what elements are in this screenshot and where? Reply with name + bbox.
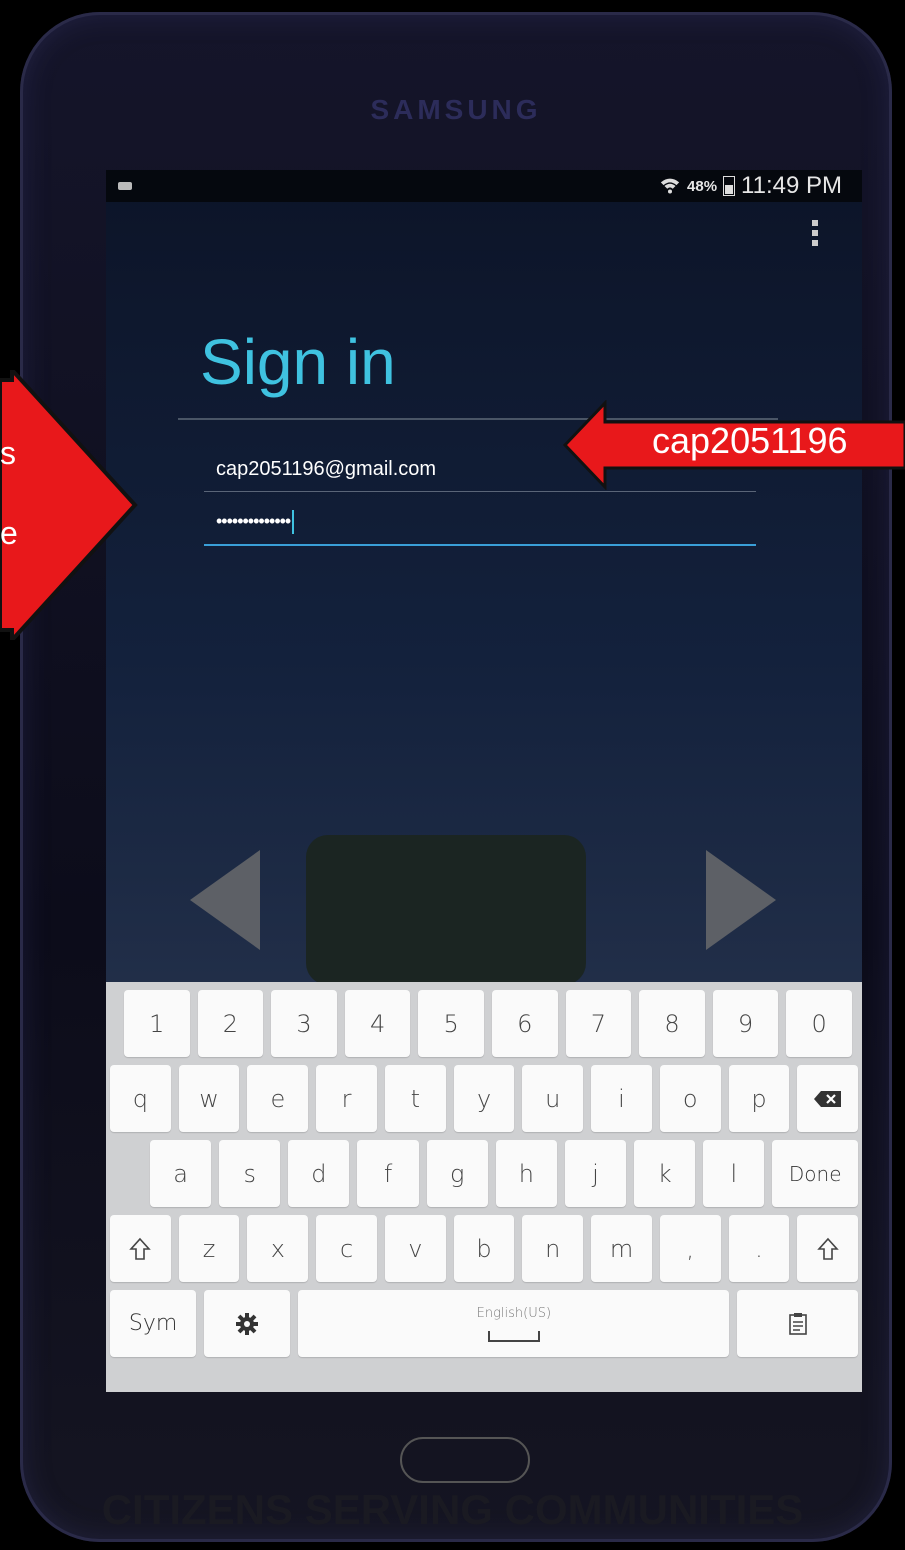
sym-key[interactable]: Sym [110,1290,197,1357]
on-screen-keyboard: 1 2 3 4 5 6 7 8 9 0 q w e r t y u i o p … [106,982,862,1392]
gear-icon [236,1312,259,1335]
battery-icon [723,176,736,196]
clock-time: 11:49 PM [741,172,842,199]
keyboard-language: English(US) [476,1305,552,1321]
password-field[interactable]: •••••••••••••• [204,510,756,546]
password-mask: •••••••••••••• [216,510,291,531]
key-2[interactable]: 2 [197,990,264,1057]
keyboard-row-function: Sym English(US) [110,1290,858,1357]
text-caret [292,510,295,534]
key-w[interactable]: w [178,1065,240,1132]
overflow-menu-icon[interactable] [812,220,818,246]
wifi-icon [660,178,680,194]
key-8[interactable]: 8 [639,990,705,1057]
key-1[interactable]: 1 [124,990,190,1057]
key-y[interactable]: y [453,1065,515,1132]
key-q[interactable]: q [110,1065,171,1132]
key-x[interactable]: x [247,1215,309,1282]
key-d[interactable]: d [288,1140,350,1207]
key-4[interactable]: 4 [344,990,411,1057]
device-screen: 48% 11:49 PM Sign in cap2051196@gmail.co… [106,170,862,1392]
previous-arrow-icon[interactable] [190,850,260,950]
tablet-frame: SAMSUNG 48% 11:49 PM Sign in cap2051196@… [20,12,892,1542]
key-b[interactable]: b [453,1215,515,1282]
shift-key-right[interactable] [797,1215,859,1282]
shift-icon [816,1237,839,1260]
keyboard-row-top: q w e r t y u i o p [110,1065,859,1132]
right-callout-text: cap2051196 [652,420,848,461]
left-callout-text-1: s [0,435,16,471]
device-brand: SAMSUNG [370,94,542,125]
page-title: Sign in [200,326,396,398]
key-t[interactable]: t [384,1065,446,1132]
left-callout-arrow [0,370,138,640]
key-g[interactable]: g [426,1140,488,1207]
status-bar: 48% 11:49 PM [106,170,862,202]
key-5[interactable]: 5 [418,990,484,1057]
key-u[interactable]: u [522,1065,584,1132]
key-p[interactable]: p [728,1065,790,1132]
key-z[interactable]: z [178,1215,240,1282]
key-f[interactable]: f [357,1140,419,1207]
key-3[interactable]: 3 [271,990,337,1057]
space-key[interactable]: English(US) [298,1290,730,1357]
key-k[interactable]: k [634,1140,696,1207]
left-callout-text-2: e [0,515,18,551]
next-arrow-icon[interactable] [706,850,776,950]
key-a[interactable]: a [150,1140,212,1207]
clipboard-icon [788,1312,807,1335]
space-bar-icon [487,1330,540,1342]
key-0[interactable]: 0 [786,990,852,1057]
key-period[interactable]: . [728,1215,790,1282]
clipboard-key[interactable] [737,1290,858,1357]
key-7[interactable]: 7 [565,990,632,1057]
key-m[interactable]: m [591,1215,652,1282]
keyboard-row-numbers: 1 2 3 4 5 6 7 8 9 0 [124,990,852,1057]
key-h[interactable]: h [495,1140,557,1207]
key-comma[interactable]: , [659,1215,721,1282]
key-9[interactable]: 9 [712,990,779,1057]
key-i[interactable]: i [591,1065,652,1132]
keyboard-row-home: a s d f g h j k l Done [150,1140,859,1207]
key-n[interactable]: n [522,1215,584,1282]
key-j[interactable]: j [564,1140,627,1207]
keyboard-row-bottom: z x c v b n m , . [110,1215,859,1282]
status-bar-right: 48% 11:49 PM [659,172,842,200]
shift-icon [129,1237,152,1260]
key-r[interactable]: r [316,1065,377,1132]
key-s[interactable]: s [219,1140,281,1207]
key-e[interactable]: e [247,1065,309,1132]
center-panel [306,835,586,985]
backspace-icon [813,1090,841,1107]
settings-key[interactable] [204,1290,291,1357]
key-c[interactable]: c [316,1215,377,1282]
shift-key-left[interactable] [110,1215,171,1282]
notification-icon [118,182,132,190]
key-v[interactable]: v [384,1215,446,1282]
key-l[interactable]: l [703,1140,765,1207]
done-key[interactable]: Done [772,1140,859,1207]
footer-caption: CITIZENS SERVING COMMUNITIES [101,1486,804,1533]
backspace-key[interactable] [797,1065,859,1132]
key-6[interactable]: 6 [491,990,558,1057]
battery-percentage: 48% [687,177,718,195]
home-button[interactable] [400,1437,530,1483]
key-o[interactable]: o [659,1065,721,1132]
